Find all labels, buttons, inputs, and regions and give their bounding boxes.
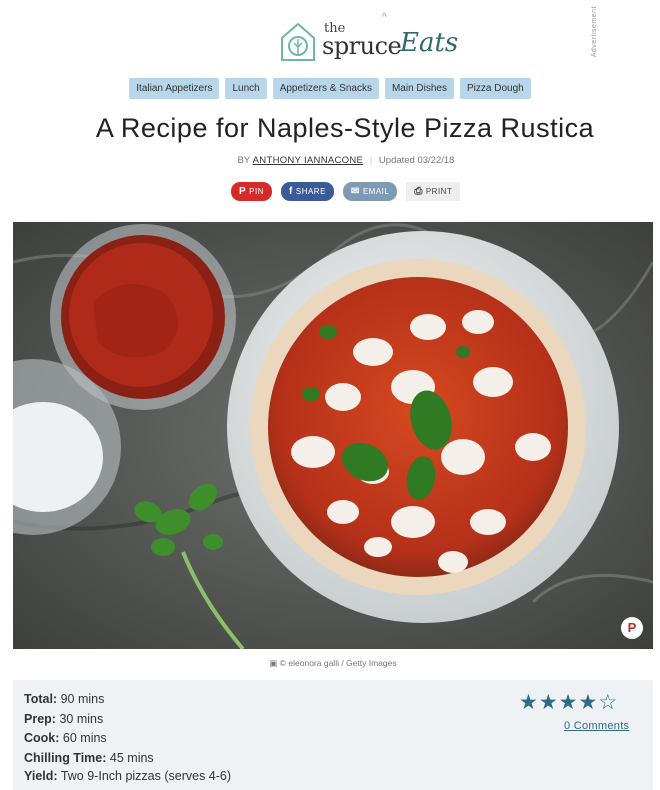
pinterest-icon: P [239,186,247,197]
image-credit-text: © eleonora galli / Getty Images [279,658,397,668]
author-link[interactable]: ANTHONY IANNACONE [253,155,364,166]
share-button[interactable]: f SHARE [281,182,334,201]
cook-time: Cook: 60 mins [24,731,107,745]
prep-time: Prep: 30 mins [24,712,103,726]
advertisement-label: Advertisement [591,6,598,58]
pizza-photo [13,222,653,649]
logo-text-eats: Eats [400,28,459,58]
share-bar: P PIN f SHARE ✉ EMAIL ⎙ PRINT [231,182,469,202]
total-time: Total: 90 mins [24,692,104,706]
byline-by: BY [237,155,251,166]
share-label: SHARE [295,187,326,196]
pin-button[interactable]: P PIN [231,182,273,201]
site-header: ^ the spruce Eats Advertisement [0,0,660,70]
prep-value: 30 mins [59,712,104,726]
comments-link[interactable]: 0 Comments [564,720,629,732]
recipe-yield: Yield: Two 9-Inch pizzas (serves 4-6) [24,769,231,783]
email-label: EMAIL [362,187,390,196]
star-empty-icon[interactable]: ☆ [598,691,618,714]
tag-main-dishes[interactable]: Main Dishes [384,78,454,99]
image-credit: ▣ © eleonora galli / Getty Images [0,658,660,669]
yield-label: Yield: [24,769,58,783]
chill-value: 45 mins [109,751,154,765]
prep-label: Prep: [24,712,56,726]
logo-icon [281,22,315,61]
tag-appetizers-snacks[interactable]: Appetizers & Snacks [272,78,379,99]
tag-pizza-dough[interactable]: Pizza Dough [460,78,531,99]
article-title: A Recipe for Naples-Style Pizza Rustica [95,113,595,143]
tag-italian-appetizers[interactable]: Italian Appetizers [129,78,220,99]
star-filled-icon[interactable]: ★ [559,691,579,714]
updated-date: Updated 03/22/18 [378,155,455,166]
star-filled-icon[interactable]: ★ [578,691,598,714]
byline: BY ANTHONY IANNACONE | Updated 03/22/18 [0,155,660,166]
chill-label: Chilling Time: [24,751,107,765]
printer-icon: ⎙ [414,186,423,197]
chilling-time: Chilling Time: 45 mins [24,751,154,765]
yield-value: Two 9-Inch pizzas (serves 4-6) [60,769,232,783]
tag-list: Italian Appetizers Lunch Appetizers & Sn… [0,78,660,99]
tag-lunch[interactable]: Lunch [225,78,267,99]
envelope-icon: ✉ [350,186,360,197]
site-logo[interactable]: the spruce Eats [280,18,458,62]
cook-value: 60 mins [62,731,107,745]
byline-separator: | [369,155,373,166]
hero-image: P [13,222,653,649]
total-label: Total: [24,692,58,706]
star-filled-icon[interactable]: ★ [539,691,559,714]
star-rating[interactable]: ★★★★☆ [519,690,618,715]
logo-text-spruce: spruce [322,32,402,60]
email-button[interactable]: ✉ EMAIL [342,182,398,201]
pin-image-button[interactable]: P [621,617,643,639]
camera-icon: ▣ [269,658,278,668]
pin-label: PIN [249,187,265,196]
cook-label: Cook: [24,731,60,745]
total-value: 90 mins [60,692,105,706]
star-filled-icon[interactable]: ★ [519,691,539,714]
print-button[interactable]: ⎙ PRINT [406,182,461,201]
facebook-icon: f [289,186,293,197]
print-label: PRINT [425,187,453,196]
